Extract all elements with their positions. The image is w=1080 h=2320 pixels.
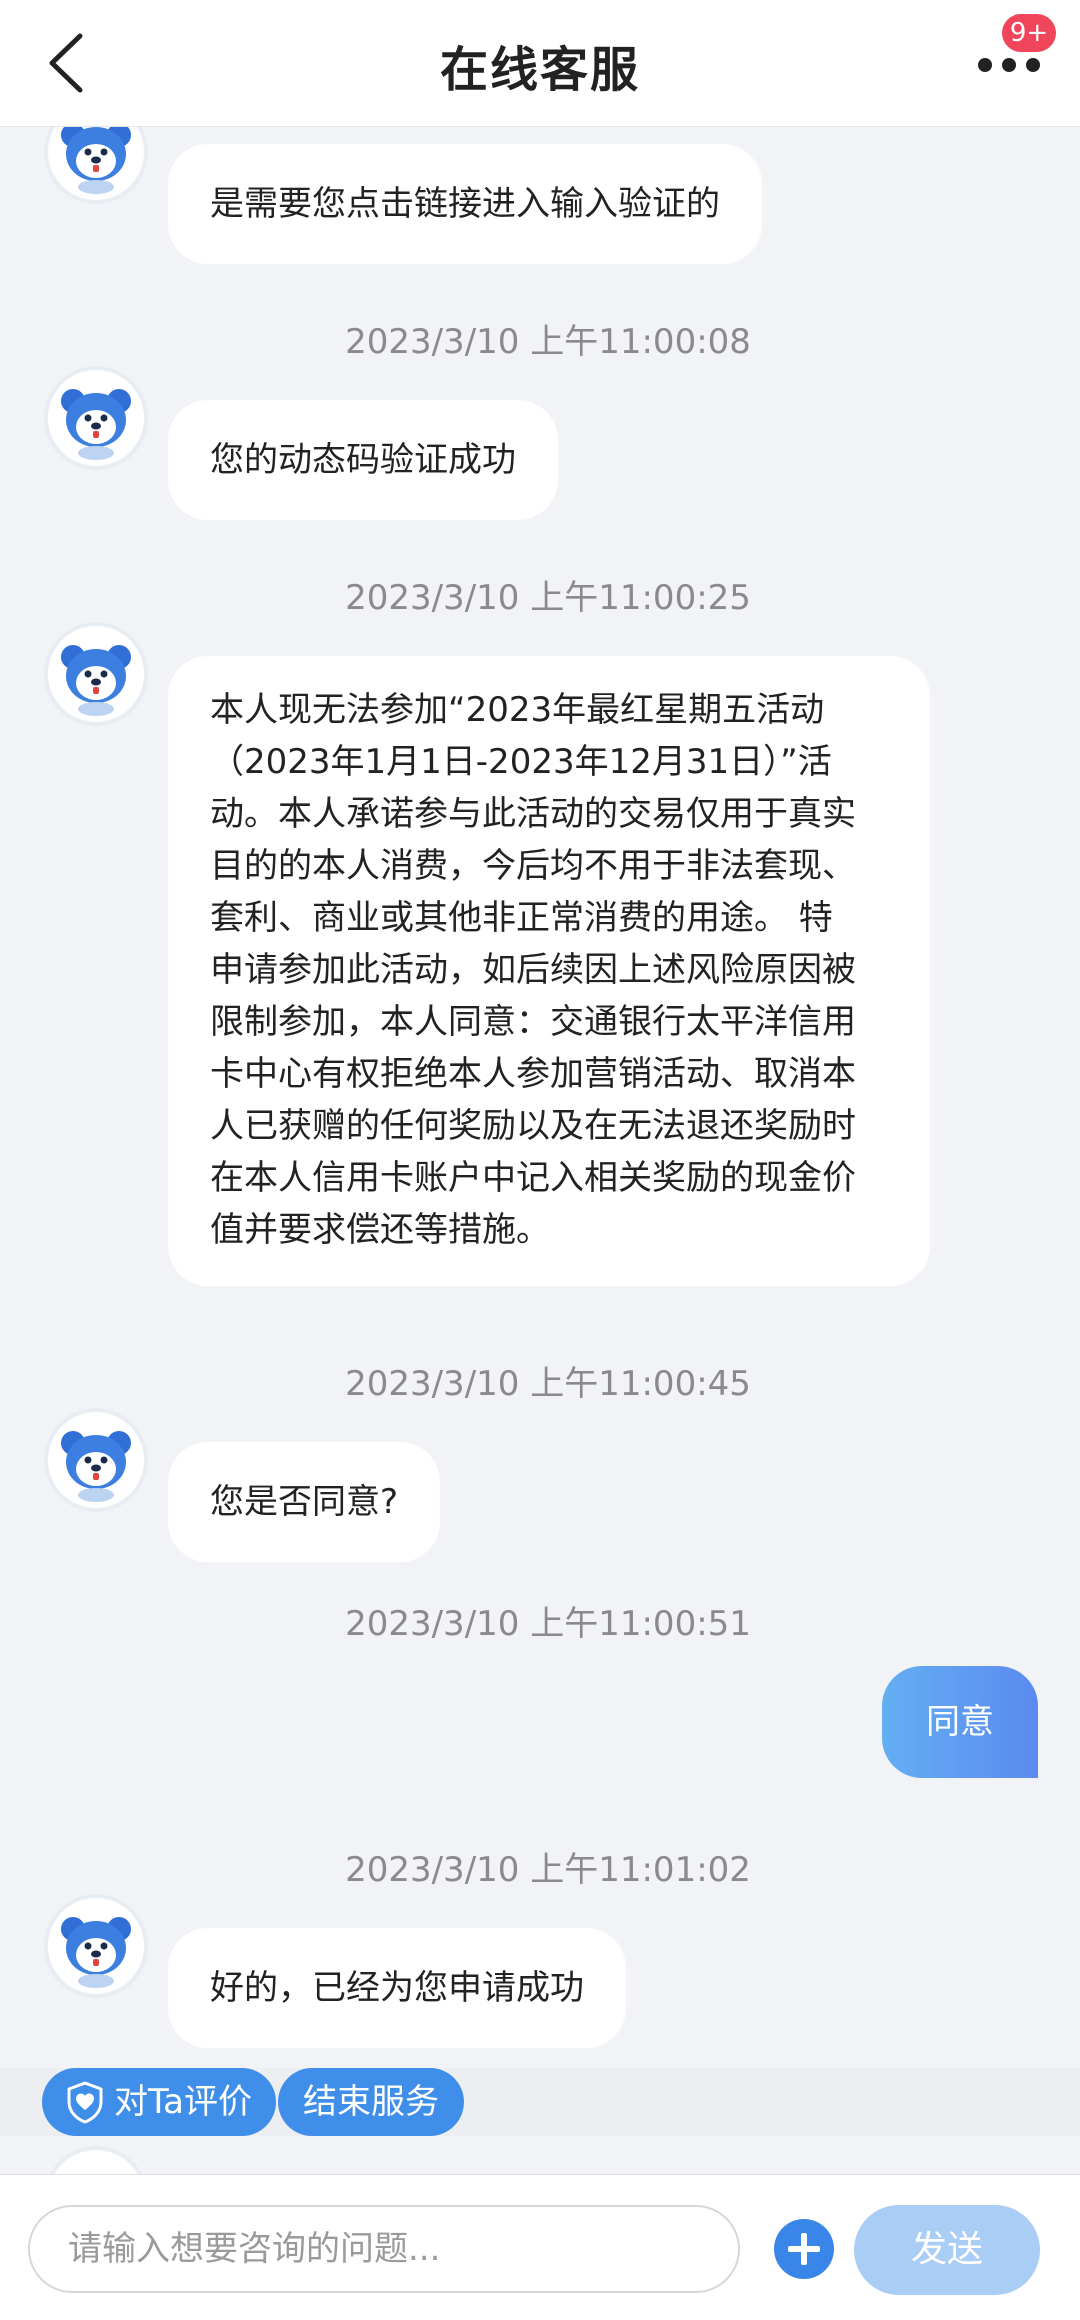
- notification-badge: 9+: [1002, 14, 1056, 52]
- chat-area[interactable]: 是需要您点击链接进入输入验证的 2023/3/10 上午11:00:08 您的动…: [0, 126, 1080, 2174]
- shield-heart-icon: [67, 2081, 103, 2124]
- bear-mascot-icon: [61, 645, 131, 716]
- agent-message-bubble: 是需要您点击链接进入输入验证的: [168, 144, 762, 264]
- message-line: 本人现无法参加“2023年最红星期五活动: [210, 690, 825, 730]
- agent-avatar: [44, 622, 148, 726]
- top-nav-bar: 在线客服 9+: [0, 0, 1080, 127]
- more-button[interactable]: 9+: [972, 14, 1056, 90]
- plus-circle-icon[interactable]: [774, 2219, 834, 2279]
- message-line: 动。本人承诺参与此活动的交易仅用于真实: [210, 794, 856, 834]
- more-dots-icon: [978, 58, 1040, 72]
- message-timestamp: 2023/3/10 上午11:00:51: [345, 1604, 751, 1644]
- agent-avatar: [44, 366, 148, 470]
- bear-mascot-icon: [61, 1431, 131, 1502]
- agent-avatar: [44, 2146, 148, 2174]
- rate-agent-label: 对Ta评价: [114, 2082, 252, 2122]
- agent-message-bubble: 好的，已经为您申请成功: [168, 1928, 626, 2048]
- agent-avatar: [44, 1408, 148, 1512]
- message-line: （2023年1月1日-2023年12月31日）”活: [210, 742, 832, 782]
- message-composer: 发送: [0, 2174, 1080, 2320]
- rate-agent-button[interactable]: 对Ta评价: [42, 2068, 276, 2136]
- agent-avatar: [44, 1894, 148, 1998]
- bear-mascot-icon: [61, 126, 131, 194]
- send-button[interactable]: 发送: [854, 2205, 1040, 2295]
- message-line: 申请参加此活动，如后续因上述风险原因被: [210, 950, 856, 990]
- message-timestamp: 2023/3/10 上午11:01:02: [345, 1850, 751, 1890]
- message-line: 值并要求偿还等措施。: [210, 1210, 550, 1250]
- message-line: 套利、商业或其他非正常消费的用途。 特: [210, 898, 833, 938]
- message-timestamp: 2023/3/10 上午11:00:25: [345, 578, 751, 618]
- page-title: 在线客服: [439, 42, 640, 98]
- end-service-button[interactable]: 结束服务: [278, 2068, 464, 2136]
- agent-message-bubble: 本人现无法参加“2023年最红星期五活动 （2023年1月1日-2023年12月…: [168, 656, 930, 1286]
- bear-mascot-icon: [61, 389, 131, 460]
- agent-message-bubble: 您是否同意?: [168, 1442, 441, 1562]
- agent-avatar: [44, 126, 148, 204]
- message-input[interactable]: [28, 2205, 740, 2293]
- message-line: 人已获赠的任何奖励以及在无法退还奖励时: [210, 1106, 856, 1146]
- message-line: 在本人信用卡账户中记入相关奖励的现金价: [210, 1158, 856, 1198]
- user-message-bubble: 同意: [882, 1666, 1038, 1778]
- quick-action-bar: 对Ta评价 结束服务: [0, 2068, 1080, 2136]
- message-line: 目的的本人消费，今后均不用于非法套现、: [210, 846, 856, 886]
- agent-message-bubble: 您的动态码验证成功: [168, 400, 558, 520]
- message-line: 限制参加，本人同意：交通银行太平洋信用: [210, 1002, 856, 1042]
- message-timestamp: 2023/3/10 上午11:00:45: [345, 1364, 751, 1404]
- message-line: 卡中心有权拒绝本人参加营销活动、取消本: [210, 1054, 856, 1094]
- bear-mascot-icon: [61, 1917, 131, 1988]
- message-timestamp: 2023/3/10 上午11:00:08: [345, 322, 751, 362]
